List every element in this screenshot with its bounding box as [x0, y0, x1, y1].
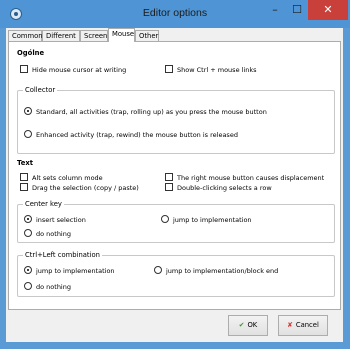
radio-empty-icon[interactable] — [24, 229, 32, 237]
tab-different[interactable]: Different — [42, 30, 80, 41]
right-button-box[interactable] — [165, 173, 173, 181]
checkmark-icon: ✔ — [238, 321, 245, 329]
radio-empty-icon[interactable] — [24, 130, 32, 138]
radio-empty-icon[interactable] — [24, 282, 32, 290]
ok-label: OK — [247, 321, 258, 329]
collector-standard-label: Standard, all activities (trap, rolling … — [36, 108, 267, 116]
collector-legend: Collector — [23, 86, 58, 95]
show-links-box[interactable] — [165, 65, 173, 73]
center-insert-radio[interactable]: insert selection — [24, 215, 86, 224]
right-button-label: The right mouse button causes displaceme… — [177, 174, 325, 182]
ctrl-jump-block-radio[interactable]: jump to implementation/block end — [154, 266, 278, 275]
show-links-label: Show Ctrl + mouse links — [177, 66, 257, 74]
ctrl-left-legend: Ctrl+Left combination — [23, 251, 102, 260]
radio-selected-icon[interactable] — [24, 215, 32, 223]
drag-selection-checkbox[interactable]: Drag the selection (copy / paste) — [20, 183, 139, 192]
collector-standard-radio[interactable]: Standard, all activities (trap, rolling … — [24, 107, 267, 116]
hide-cursor-box[interactable] — [20, 65, 28, 73]
double-click-box[interactable] — [165, 183, 173, 191]
alt-column-checkbox[interactable]: Alt sets column mode — [20, 173, 103, 182]
radio-selected-icon[interactable] — [24, 266, 32, 274]
editor-options-window: Editor options – ☐ ✕ Common Different Sc… — [0, 0, 350, 349]
cross-icon: ✘ — [287, 321, 293, 329]
maximize-button[interactable]: ☐ — [286, 0, 308, 20]
center-jump-label: jump to implementation — [173, 216, 252, 224]
hide-cursor-label: Hide mouse cursor at writing — [32, 66, 127, 74]
mouse-tab-panel: Ogólne Hide mouse cursor at writing Show… — [8, 41, 341, 310]
collector-group: Collector Standard, all activities (trap… — [17, 86, 335, 154]
ctrl-nothing-label: do nothing — [36, 283, 71, 291]
title-bar[interactable]: Editor options – ☐ ✕ — [0, 0, 350, 28]
ctrl-jump-block-label: jump to implementation/block end — [166, 267, 279, 275]
alt-column-label: Alt sets column mode — [32, 174, 103, 182]
center-nothing-label: do nothing — [36, 230, 71, 238]
cancel-button[interactable]: ✘ Cancel — [278, 315, 328, 336]
center-key-legend: Center key — [23, 200, 64, 209]
tab-screen[interactable]: Screen — [80, 30, 108, 41]
right-button-checkbox[interactable]: The right mouse button causes displaceme… — [165, 173, 324, 182]
collector-enhanced-radio[interactable]: Enhanced activity (trap, rewind) the mou… — [24, 130, 238, 139]
drag-selection-box[interactable] — [20, 183, 28, 191]
dialog-client: Common Different Screen Mouse Other Ogól… — [6, 28, 343, 342]
tab-mouse[interactable]: Mouse — [108, 28, 135, 42]
alt-column-box[interactable] — [20, 173, 28, 181]
tab-common[interactable]: Common — [8, 30, 43, 41]
radio-empty-icon[interactable] — [161, 215, 169, 223]
double-click-checkbox[interactable]: Double-clicking selects a row — [165, 183, 272, 192]
ctrl-jump-radio[interactable]: jump to implementation — [24, 266, 115, 275]
drag-selection-label: Drag the selection (copy / paste) — [32, 184, 139, 192]
center-jump-radio[interactable]: jump to implementation — [161, 215, 252, 224]
hide-cursor-checkbox[interactable]: Hide mouse cursor at writing — [20, 65, 126, 74]
text-heading: Text — [17, 159, 33, 167]
radio-empty-icon[interactable] — [154, 266, 162, 274]
center-nothing-radio[interactable]: do nothing — [24, 229, 71, 238]
collector-enhanced-label: Enhanced activity (trap, rewind) the mou… — [36, 131, 238, 139]
ok-button[interactable]: ✔ OK — [228, 315, 268, 336]
radio-selected-icon[interactable] — [24, 107, 32, 115]
ctrl-nothing-radio[interactable]: do nothing — [24, 282, 71, 291]
minimize-button[interactable]: – — [264, 0, 286, 20]
show-links-checkbox[interactable]: Show Ctrl + mouse links — [165, 65, 257, 74]
tab-other[interactable]: Other — [135, 30, 159, 41]
cancel-label: Cancel — [295, 321, 319, 329]
general-heading: Ogólne — [17, 49, 45, 57]
ctrl-left-group: Ctrl+Left combination jump to implementa… — [17, 251, 335, 297]
double-click-label: Double-clicking selects a row — [177, 184, 272, 192]
center-insert-label: insert selection — [36, 216, 86, 224]
ctrl-jump-label: jump to implementation — [36, 267, 115, 275]
center-key-group: Center key insert selection jump to impl… — [17, 200, 335, 243]
close-button[interactable]: ✕ — [308, 0, 348, 20]
